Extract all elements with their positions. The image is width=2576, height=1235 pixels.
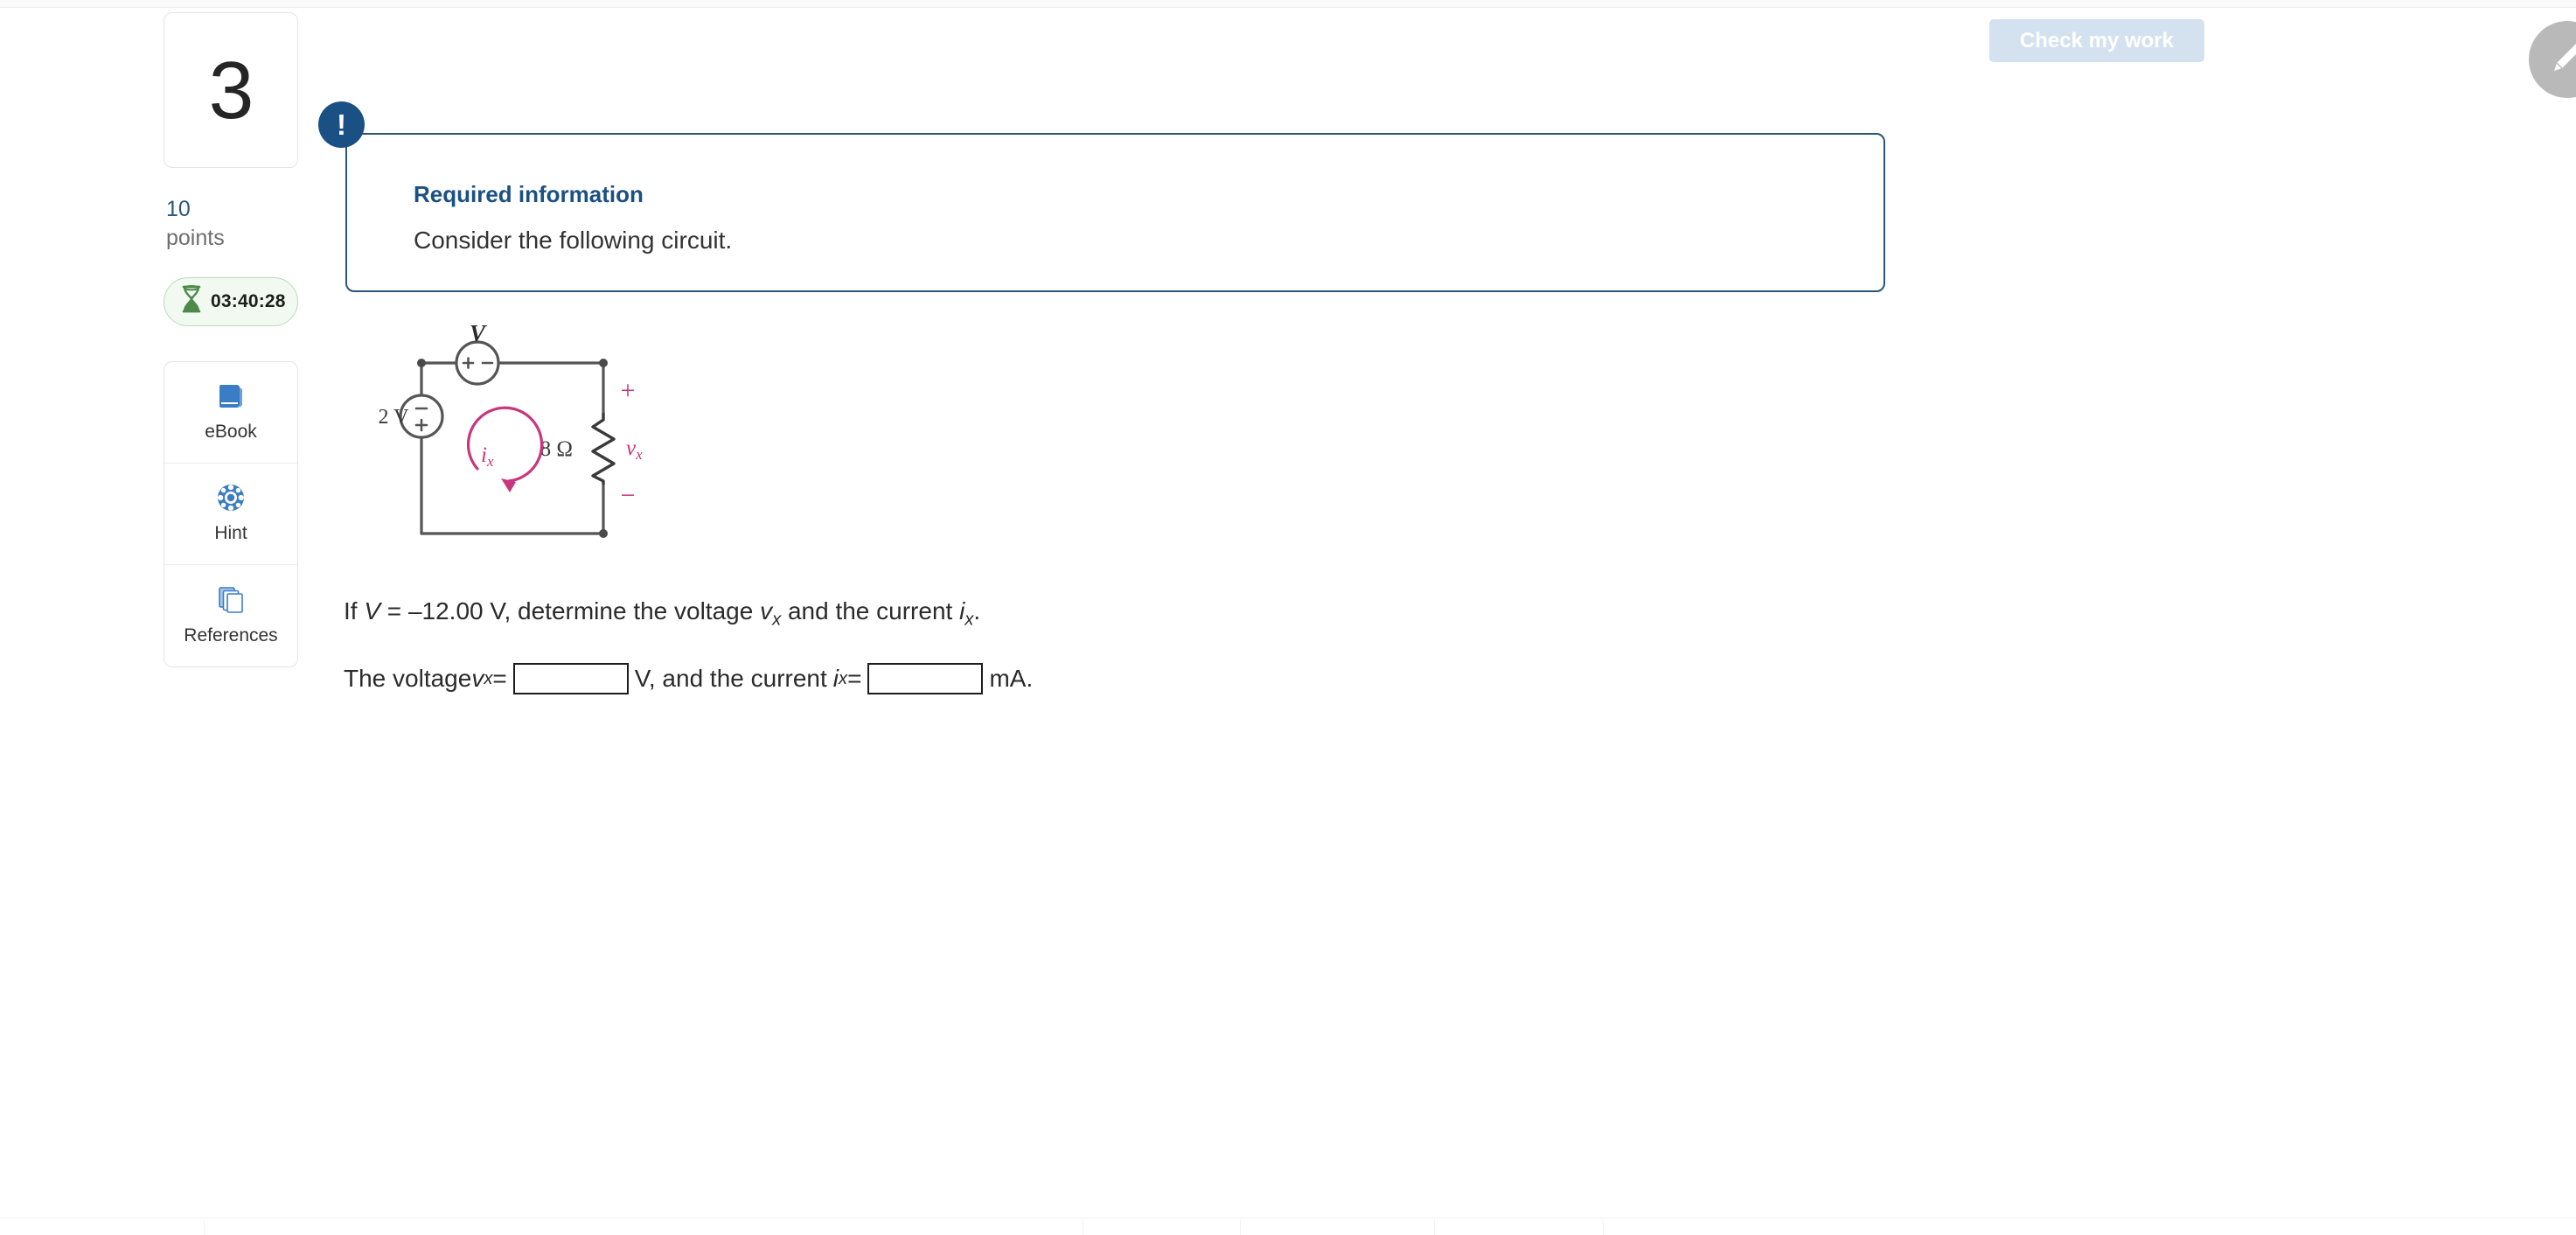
bottom-divider xyxy=(204,1220,205,1235)
bottom-divider xyxy=(1603,1220,1604,1235)
answer-var-vx: v xyxy=(471,665,484,692)
question-prompt: If V = –12.00 V, determine the voltage v… xyxy=(344,597,980,631)
check-my-work-button[interactable]: Check my work xyxy=(1988,19,2204,62)
answer-var-ix-sub: x xyxy=(839,668,848,688)
prompt-var-vx: v xyxy=(760,597,773,624)
points-label: points xyxy=(166,226,225,250)
bottom-divider xyxy=(1240,1220,1241,1235)
banner-title: Required information xyxy=(414,181,644,207)
answer-part-1: The voltage xyxy=(344,665,472,692)
circuit-diagram: V 2 V 8 Ω + vx − ix xyxy=(350,320,743,576)
prompt-part-4: . xyxy=(973,597,981,624)
node-top-right xyxy=(599,359,608,367)
banner-body: Consider the following circuit. xyxy=(414,227,733,254)
question-number-card: 3 xyxy=(164,12,298,168)
prompt-var-vx-sub: x xyxy=(772,610,782,630)
question-page: 3 10 points 03:40:28 eBook Hint Referenc… xyxy=(0,0,2576,1235)
book-icon xyxy=(216,381,246,415)
label-vx-minus: − xyxy=(621,481,636,510)
sidebar-item-hint[interactable]: Hint xyxy=(164,464,297,565)
label-8ohm: 8 Ω xyxy=(540,437,573,461)
voltage-answer-input[interactable] xyxy=(512,663,629,694)
sidebar-item-label-ebook: eBook xyxy=(205,422,257,442)
life-ring-icon xyxy=(216,483,246,517)
current-loop-arrow xyxy=(466,406,544,483)
label-v: V xyxy=(470,322,487,346)
stacked-pages-icon xyxy=(216,585,246,619)
required-information-banner: ! Required information Consider the foll… xyxy=(318,101,1885,292)
prompt-var-v: V xyxy=(364,597,381,624)
exclamation-icon: ! xyxy=(318,101,365,148)
pencil-fab-button[interactable] xyxy=(2529,21,2576,98)
top-strip xyxy=(0,0,2576,8)
node-bottom-right xyxy=(599,529,608,538)
left-rail: 3 10 points 03:40:28 eBook Hint Referenc… xyxy=(164,12,298,667)
timer-badge: 03:40:28 xyxy=(164,276,298,326)
exclamation-glyph: ! xyxy=(337,108,346,141)
pencil-icon xyxy=(2547,38,2576,82)
label-ix: ix xyxy=(481,443,494,470)
sidebar-item-ebook[interactable]: eBook xyxy=(164,362,297,464)
node-top-left xyxy=(417,359,426,367)
current-answer-input[interactable] xyxy=(867,663,984,694)
hourglass-icon xyxy=(180,285,203,317)
label-2v: 2 V xyxy=(379,406,410,429)
resistor-8ohm xyxy=(591,413,616,485)
answer-line: The voltage vx = V, and the current ix =… xyxy=(344,663,1033,694)
bottom-divider xyxy=(1434,1220,1435,1235)
timer-value: 03:40:28 xyxy=(211,290,286,311)
answer-eq-1: = xyxy=(492,665,507,692)
prompt-part-1: If xyxy=(344,597,365,624)
points-value: 10 xyxy=(166,197,191,221)
prompt-var-ix-sub: x xyxy=(964,610,974,630)
answer-var-vx-sub: x xyxy=(484,668,493,688)
answer-eq-2: = xyxy=(847,665,862,692)
tool-card: eBook Hint References xyxy=(164,360,298,667)
label-vx-plus: + xyxy=(621,376,636,405)
answer-unit-1: V, and the current xyxy=(634,665,827,692)
points-block: 10 points xyxy=(164,196,298,253)
prompt-part-2: = –12.00 V, determine the voltage xyxy=(380,597,761,624)
sidebar-item-references[interactable]: References xyxy=(164,565,297,666)
label-vx: vx xyxy=(626,436,643,463)
prompt-part-3: and the current xyxy=(781,597,960,624)
sidebar-item-label-references: References xyxy=(184,624,278,645)
answer-unit-2: mA. xyxy=(989,665,1034,692)
question-number: 3 xyxy=(208,44,254,136)
sidebar-item-label-hint: Hint xyxy=(214,523,247,543)
bottom-bar xyxy=(0,1218,2576,1235)
